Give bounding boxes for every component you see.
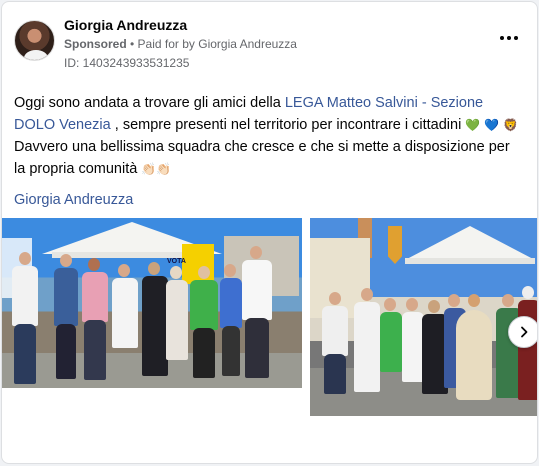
more-dot <box>507 36 511 40</box>
person-head <box>329 292 341 305</box>
clapping-hands-icon: 👏🏻👏🏻 <box>141 162 172 176</box>
person <box>190 280 218 330</box>
person <box>402 312 424 382</box>
blue-heart-icon: 💙 <box>484 118 500 132</box>
person <box>380 312 402 372</box>
person-head <box>468 294 480 307</box>
more-dot <box>514 36 518 40</box>
person-legs <box>324 354 346 394</box>
person-head <box>88 258 100 271</box>
person-legs <box>14 324 36 384</box>
person-head <box>522 286 534 299</box>
person-head <box>224 264 236 277</box>
person <box>82 272 108 322</box>
post-text-part: Oggi sono andata a trovare gli amici del… <box>14 95 285 111</box>
tent-roof <box>405 226 535 260</box>
person <box>166 280 188 360</box>
person <box>322 306 348 356</box>
person <box>354 302 380 392</box>
person-head <box>170 266 182 279</box>
paid-for-label: Paid for by Giorgia Andreuzza <box>137 37 297 51</box>
avatar-shirt <box>24 50 48 60</box>
person-head <box>118 264 130 277</box>
person-head <box>60 254 72 267</box>
ad-id: ID: 1403243933531235 <box>64 56 190 70</box>
carousel-next-button[interactable] <box>508 316 537 348</box>
meta-separator: • <box>126 37 138 51</box>
post-text-part: , sempre presenti nel territorio per inc… <box>110 117 466 133</box>
person <box>112 278 138 348</box>
person-head <box>19 252 31 265</box>
author-mention-link[interactable]: Giorgia Andreuzza <box>14 192 133 208</box>
post-photo-2[interactable] <box>310 218 537 416</box>
ad-card: Giorgia Andreuzza Sponsored • Paid for b… <box>1 1 538 464</box>
banner-flag <box>388 226 402 264</box>
person-head <box>384 298 396 311</box>
post-text-part: Davvero una bellissima squadra che cresc… <box>14 139 510 177</box>
person-head <box>428 300 440 313</box>
person-legs <box>222 326 240 376</box>
author-avatar[interactable] <box>14 20 55 61</box>
tent-edge <box>405 258 535 264</box>
lion-icon: 🦁 <box>503 118 519 132</box>
person-head <box>148 262 160 275</box>
person-legs <box>193 328 215 378</box>
person <box>142 276 168 376</box>
campaign-sign <box>182 244 214 284</box>
person-head <box>361 288 373 301</box>
person-legs <box>56 324 76 379</box>
person-head <box>250 246 262 259</box>
post-photo-1[interactable]: VOTA <box>2 218 302 388</box>
vota-sign-text: VOTA <box>167 258 186 265</box>
green-heart-icon: 💚 <box>465 118 481 132</box>
person <box>220 278 242 328</box>
person <box>518 300 537 400</box>
person-head <box>502 294 514 307</box>
more-options-icon[interactable] <box>496 30 522 46</box>
post-text: Oggi sono andata a trovare gli amici del… <box>14 92 524 180</box>
author-name[interactable]: Giorgia Andreuzza <box>64 17 187 33</box>
person <box>12 266 38 326</box>
person <box>242 260 272 320</box>
chevron-right-icon <box>521 326 528 338</box>
person <box>54 268 78 326</box>
person-head <box>448 294 460 307</box>
sponsor-line: Sponsored • Paid for by Giorgia Andreuzz… <box>64 37 297 51</box>
more-dot <box>500 36 504 40</box>
person-head <box>198 266 210 279</box>
person-legs <box>245 318 269 378</box>
person <box>456 310 492 400</box>
sponsored-label: Sponsored <box>64 37 127 51</box>
person-head <box>406 298 418 311</box>
person-legs <box>84 320 106 380</box>
